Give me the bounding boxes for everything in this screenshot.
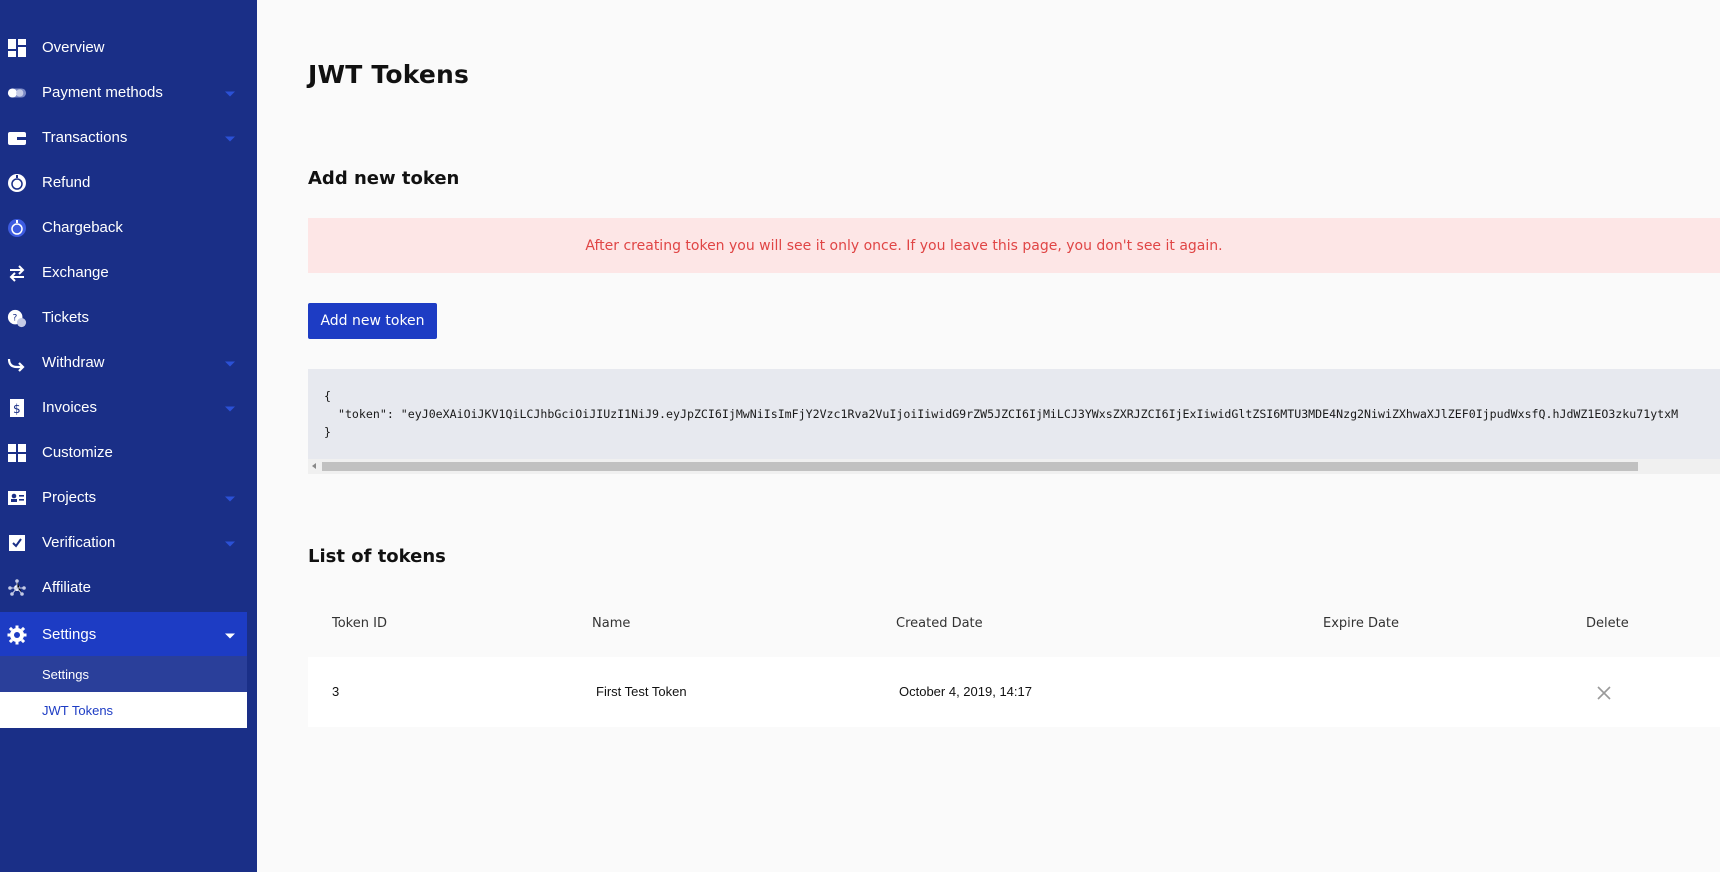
sidebar-item-withdraw[interactable]: Withdraw [0, 340, 247, 385]
sidebar-item-label: Customize [42, 444, 113, 461]
sidebar: Overview Payment methods Transactions Re… [0, 0, 257, 872]
code-line: { [324, 389, 331, 403]
sidebar-item-chargeback[interactable]: Chargeback [0, 205, 247, 250]
horizontal-scrollbar[interactable] [308, 459, 1720, 474]
chevron-down-icon[interactable] [225, 406, 235, 411]
column-header-name: Name [592, 616, 631, 631]
chevron-down-icon[interactable] [225, 91, 235, 96]
sidebar-item-verification[interactable]: Verification [0, 520, 247, 565]
sidebar-item-label: Chargeback [42, 219, 123, 236]
sidebar-item-label: Withdraw [42, 354, 105, 371]
table-row: 3 First Test Token October 4, 2019, 14:1… [308, 657, 1720, 727]
sidebar-subitem-settings[interactable]: Settings [0, 656, 247, 692]
cell-created-date: October 4, 2019, 14:17 [899, 684, 1032, 699]
chevron-down-icon[interactable] [225, 633, 235, 638]
chevron-down-icon[interactable] [225, 541, 235, 546]
chevron-down-icon[interactable] [225, 496, 235, 501]
affiliate-icon [7, 578, 27, 598]
sidebar-item-label: Affiliate [42, 579, 91, 596]
sidebar-item-exchange[interactable]: Exchange [0, 250, 247, 295]
scrollbar-thumb[interactable] [322, 462, 1638, 471]
sidebar-item-customize[interactable]: Customize [0, 430, 247, 475]
sidebar-item-label: Invoices [42, 399, 98, 416]
customize-icon [7, 443, 27, 463]
add-token-section-title: Add new token [308, 168, 460, 189]
sidebar-item-label: Payment methods [42, 84, 163, 101]
overview-icon [7, 38, 27, 58]
sidebar-item-label: Projects [42, 489, 97, 506]
gear-icon [7, 625, 27, 645]
code-line: } [324, 425, 331, 439]
invoice-icon: $ [7, 398, 27, 418]
chevron-down-icon[interactable] [225, 136, 235, 141]
column-header-token-id: Token ID [332, 616, 387, 631]
alert-text: After creating token you will see it onl… [585, 237, 1223, 254]
column-header-expire-date: Expire Date [1323, 616, 1400, 631]
add-new-token-button[interactable]: Add new token [308, 303, 437, 339]
scroll-left-arrow-icon[interactable] [312, 463, 316, 469]
sidebar-subitem-label: JWT Tokens [42, 702, 114, 718]
sidebar-item-affiliate[interactable]: Affiliate [0, 565, 247, 610]
sidebar-item-label: Settings [42, 626, 97, 643]
chevron-down-icon[interactable] [225, 361, 235, 366]
token-code-text: { "token": "eyJ0eXAiOiJKV1QiLCJhbGciOiJI… [324, 387, 1678, 441]
sidebar-subitem-label: Settings [42, 666, 89, 682]
sidebar-item-projects[interactable]: Projects [0, 475, 247, 520]
sidebar-item-refund[interactable]: Refund [0, 160, 247, 205]
sidebar-item-label: Verification [42, 534, 116, 551]
column-header-delete: Delete [1586, 616, 1629, 631]
projects-icon [7, 488, 27, 508]
sidebar-item-label: Refund [42, 174, 91, 191]
sidebar-item-label: Overview [42, 39, 105, 56]
sidebar-item-settings[interactable]: Settings [0, 612, 247, 657]
svg-text:?: ? [12, 313, 17, 323]
sidebar-item-overview[interactable]: Overview [0, 25, 247, 70]
withdraw-icon [7, 353, 27, 373]
column-header-created-date: Created Date [896, 616, 983, 631]
sidebar-item-label: Tickets [42, 309, 89, 326]
sidebar-item-transactions[interactable]: Transactions [0, 115, 247, 160]
sidebar-item-label: Transactions [42, 129, 128, 146]
exchange-icon [7, 263, 27, 283]
warning-alert: After creating token you will see it onl… [308, 218, 1720, 273]
cell-token-id: 3 [332, 684, 340, 699]
payment-methods-icon [7, 83, 27, 103]
page-title: JWT Tokens [308, 60, 470, 89]
wallet-icon [7, 128, 27, 148]
close-icon[interactable] [1595, 684, 1613, 702]
sidebar-item-payment-methods[interactable]: Payment methods [0, 70, 247, 115]
tickets-icon: ? [7, 308, 27, 328]
verification-icon [7, 533, 27, 553]
sidebar-item-tickets[interactable]: ? Tickets [0, 295, 247, 340]
sidebar-subitem-jwt-tokens[interactable]: JWT Tokens [0, 692, 247, 728]
sidebar-item-invoices[interactable]: $ Invoices [0, 385, 247, 430]
refund-icon [7, 173, 27, 193]
cell-name: First Test Token [596, 684, 687, 699]
chargeback-icon [7, 218, 27, 238]
sidebar-item-label: Exchange [42, 264, 109, 281]
svg-text:$: $ [13, 402, 21, 416]
list-tokens-section-title: List of tokens [308, 546, 446, 567]
code-line: "token": "eyJ0eXAiOiJKV1QiLCJhbGciOiJIUz… [324, 407, 1679, 421]
